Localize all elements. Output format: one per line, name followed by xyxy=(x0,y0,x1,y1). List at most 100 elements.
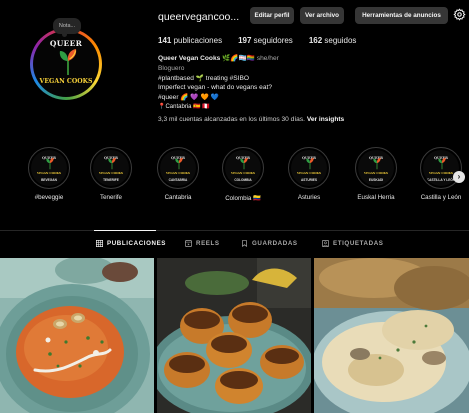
bio-name-emojis: 🌿🌈🏳️‍⚧️🏳️‍🌈 xyxy=(222,55,255,62)
highlight-cover: QUEER VEGAN COOKS euskadi xyxy=(358,150,394,186)
highlight-label: Asturies xyxy=(297,194,321,201)
post-thumbnail[interactable] xyxy=(157,258,311,413)
highlight-cover-bottom: VEGAN COOKS xyxy=(166,171,190,175)
highlight-cover-bottom: VEGAN COOKS xyxy=(364,171,388,175)
bio-name-row: Queer Vegan Cooks 🌿🌈🏳️‍⚧️🏳️‍🌈 she/her xyxy=(158,54,458,64)
bio-pronouns: she/her xyxy=(256,55,279,62)
highlight-cover: QUEER VEGAN COOKS tenerife xyxy=(93,150,129,186)
highlight-cover: QUEER VEGAN COOKS bevegan xyxy=(31,150,67,186)
sprout-logo-icon xyxy=(59,49,77,75)
tabs-divider xyxy=(0,230,469,231)
sprout-logo-icon xyxy=(240,157,248,170)
highlight-cover-ring: QUEER VEGAN COOKS castilla y león xyxy=(420,147,462,189)
highlight-cover-ring: QUEER VEGAN COOKS asturies xyxy=(288,147,330,189)
highlight-cover-caption: cantabria xyxy=(168,178,188,182)
highlight-label: #beveggie xyxy=(34,194,64,201)
tab-posts[interactable]: PUBLICACIONES xyxy=(96,240,166,247)
highlight-cover-ring: QUEER VEGAN COOKS euskadi xyxy=(355,147,397,189)
followers-stat[interactable]: 197 seguidores xyxy=(238,36,293,45)
profile-bio: Queer Vegan Cooks 🌿🌈🏳️‍⚧️🏳️‍🌈 she/her Bl… xyxy=(158,54,458,113)
avatar[interactable]: QUEER VEGAN COOKS xyxy=(30,28,102,100)
bio-category: Bloguero xyxy=(158,64,185,72)
posts-stat: 141 publicaciones xyxy=(158,36,222,45)
highlight-label: Euskal Herria xyxy=(357,194,395,201)
tab-tagged[interactable]: ETIQUETADAS xyxy=(322,240,384,247)
highlight-label: Tenerife xyxy=(99,194,122,201)
view-archive-button[interactable]: Ver archivo xyxy=(300,7,344,24)
sprout-logo-icon xyxy=(438,157,446,170)
highlight-cover-ring: QUEER VEGAN COOKS tenerife xyxy=(90,147,132,189)
highlight-cover-ring: QUEER VEGAN COOKS bevegan xyxy=(28,147,70,189)
highlight-item[interactable]: QUEER VEGAN COOKS euskadi Euskal Herria xyxy=(353,147,399,201)
following-label: seguidos xyxy=(324,36,357,45)
chevron-right-icon[interactable]: › xyxy=(453,171,465,183)
highlight-cover-bottom: VEGAN COOKS xyxy=(37,171,61,175)
grid-icon xyxy=(96,240,103,247)
highlight-cover-caption: colombia xyxy=(234,178,252,182)
profile-username: queervegancoo... xyxy=(158,11,240,23)
highlight-cover-caption: euskadi xyxy=(368,178,384,182)
sprout-logo-icon xyxy=(175,157,183,170)
avatar-image: QUEER VEGAN COOKS xyxy=(33,31,99,97)
sprout-logo-icon xyxy=(108,157,116,170)
highlight-item[interactable]: QUEER VEGAN COOKS cantabria Cantabria xyxy=(155,147,201,201)
posts-label: publicaciones xyxy=(173,36,223,45)
sprout-logo-icon xyxy=(46,157,54,170)
highlight-cover-bottom: VEGAN COOKS xyxy=(297,171,321,175)
bio-line-1: #plantbased 🌱 treating #SIBO xyxy=(158,74,250,82)
highlight-cover: QUEER VEGAN COOKS cantabria xyxy=(160,150,196,186)
ad-tools-button[interactable]: Herramientas de anuncios xyxy=(355,7,448,24)
highlight-label: Colombia 🇨🇴 xyxy=(225,195,261,202)
highlight-cover: QUEER VEGAN COOKS colombia xyxy=(225,150,261,186)
profile-stats: 141 publicaciones 197 seguidores 162 seg… xyxy=(158,36,356,45)
highlight-item[interactable]: QUEER VEGAN COOKS colombia Colombia 🇨🇴 xyxy=(220,147,266,202)
sprout-logo-icon xyxy=(306,157,314,170)
followers-label: seguidores xyxy=(253,36,293,45)
tab-saved[interactable]: GUARDADAS xyxy=(241,240,298,247)
highlight-cover: QUEER VEGAN COOKS asturies xyxy=(291,150,327,186)
post-image-3 xyxy=(314,258,469,413)
highlight-label: Cantabria xyxy=(164,194,192,201)
bio-line-3: #queer 🌈 💜 🧡 💙 xyxy=(158,94,219,102)
tag-icon xyxy=(322,240,329,247)
note-bubble[interactable]: Nota... xyxy=(53,18,81,37)
highlight-cover-caption: bevegan xyxy=(41,178,57,182)
tab-saved-label: GUARDADAS xyxy=(252,240,298,247)
post-thumbnail[interactable] xyxy=(314,258,469,413)
reels-icon xyxy=(185,240,192,247)
post-thumbnail[interactable] xyxy=(0,258,154,413)
highlight-item[interactable]: QUEER VEGAN COOKS asturies Asturies xyxy=(286,147,332,201)
tab-tagged-label: ETIQUETADAS xyxy=(333,240,384,247)
bio-name: Queer Vegan Cooks xyxy=(158,55,221,62)
bio-line-2: Imperfect vegan - what do vegans eat? xyxy=(158,84,272,92)
highlight-cover-bottom: VEGAN COOKS xyxy=(99,171,123,175)
bio-line-4: 📍Cantabria 🇪🇸 🇵🇪 xyxy=(158,103,210,110)
bookmark-icon xyxy=(242,240,247,247)
highlight-item[interactable]: QUEER VEGAN COOKS tenerife Tenerife xyxy=(88,147,134,201)
insights-line: 3,3 mil cuentas alcanzadas en los último… xyxy=(158,116,344,123)
highlight-cover-ring: QUEER VEGAN COOKS colombia xyxy=(222,147,264,189)
insights-text: 3,3 mil cuentas alcanzadas en los último… xyxy=(158,116,305,123)
avatar-text-top: QUEER xyxy=(49,39,83,48)
sprout-logo-icon xyxy=(373,157,381,170)
highlight-cover-ring: QUEER VEGAN COOKS cantabria xyxy=(157,147,199,189)
highlight-cover-caption: asturies xyxy=(300,178,318,182)
following-stat[interactable]: 162 seguidos xyxy=(309,36,357,45)
highlight-cover-bottom: VEGAN COOKS xyxy=(231,171,255,175)
tab-reels[interactable]: REELS xyxy=(185,240,220,247)
view-insights-link[interactable]: Ver insights xyxy=(307,116,344,123)
post-image-1 xyxy=(0,258,154,413)
following-count: 162 xyxy=(308,36,323,45)
tab-posts-label: PUBLICACIONES xyxy=(107,240,167,247)
highlight-cover-caption: tenerife xyxy=(103,178,119,182)
active-tab-indicator xyxy=(94,230,156,231)
posts-count: 141 xyxy=(158,36,172,45)
gear-icon[interactable] xyxy=(453,8,466,21)
followers-count: 197 xyxy=(238,36,252,45)
edit-profile-button[interactable]: Editar perfil xyxy=(250,7,294,24)
avatar-text-bottom: VEGAN COOKS xyxy=(39,78,93,85)
post-image-2 xyxy=(157,258,311,413)
tab-reels-label: REELS xyxy=(196,240,220,247)
highlight-label: Castilla y León xyxy=(420,194,462,201)
highlight-item[interactable]: QUEER VEGAN COOKS bevegan #beveggie xyxy=(26,147,72,201)
